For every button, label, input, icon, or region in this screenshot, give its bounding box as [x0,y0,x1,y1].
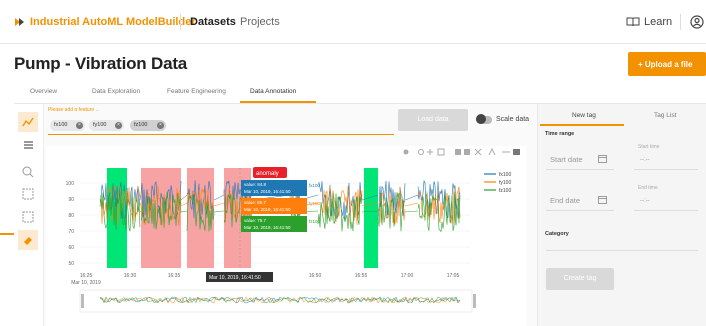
tooltip-fx100-tag: fx100 [309,183,321,188]
x-tick: 16:25 [80,273,93,279]
end-date-underline [546,210,614,211]
x-tick: 17:05 [447,273,460,279]
x-tick-date: Mar 10, 2019 [71,280,101,286]
camera-icon [403,149,409,155]
zoom-out-icon [464,149,470,155]
series-fy100-connector [404,202,419,207]
legend-fz100[interactable]: fz100 [499,188,511,194]
x-tick: 16:35 [168,273,181,279]
start-date-field[interactable]: Start date [550,155,583,164]
zoom-in-icon [455,149,461,155]
range-slider-right-handle[interactable] [473,294,476,308]
x-tick: 16:30 [124,273,137,279]
zoom-icon [418,149,424,155]
tab-tag-list[interactable]: Tag List [654,112,676,119]
series-fz100-connector [139,210,142,213]
tooltip-fy100-tag: fy100 [309,201,321,206]
y-tick-60: 60 [68,245,74,251]
reset-axes-icon [488,147,496,156]
series-fy100-connector [180,202,188,207]
x-tick: 16:50 [309,273,322,279]
tooltip-fz100-time: Mar 10, 2019, 16:41:50 [244,225,291,230]
tooltip-fx100-value: value: 84.8 [244,182,267,187]
tab-new-tag[interactable]: New tag [572,112,596,119]
end-time-field[interactable]: --:-- [640,198,650,204]
tooltip-fx100-time: Mar 10, 2019, 16:41:50 [244,189,291,194]
series-fy100-connector [139,202,142,207]
start-time-underline [634,169,698,170]
series-fz100-connector [213,210,225,213]
x-tick: 17:00 [401,273,414,279]
start-time-field[interactable]: --:-- [640,157,650,163]
tooltip-fz100-value: value: 75.7 [244,218,267,223]
legend-fy100[interactable]: fy100 [499,180,511,186]
end-date-field[interactable]: End date [550,196,580,205]
active-right-tab-indicator [540,124,624,126]
time-range-label: Time range [545,131,575,137]
normal-region[interactable] [107,168,127,268]
tooltip-fy100-value: value: 85.7 [244,200,267,205]
range-slider-left-handle[interactable] [81,294,84,308]
y-tick-100: 100 [66,181,75,187]
compare-hover-icon [513,149,520,155]
series-fy100-trace [417,186,461,226]
create-tag-button[interactable]: Create tag [546,268,614,290]
series-fz100-connector [404,210,419,213]
tooltip-fz100-tag: fz100 [309,219,321,224]
y-tick-50: 50 [68,261,74,267]
category-underline [546,250,698,251]
anomaly-label: anomaly [256,171,279,177]
chart-modebar[interactable] [403,147,521,156]
tooltip-fy100-time: Mar 10, 2019, 16:41:50 [244,207,291,212]
box-select-icon [437,148,445,156]
x-hover-label: Mar 10, 2019, 16:41:50 [209,275,261,281]
end-time-label: End time [638,185,658,191]
y-tick-80: 80 [68,213,74,219]
series-fy100-connector [213,202,225,207]
normal-region[interactable] [364,168,378,268]
y-tick-70: 70 [68,229,74,235]
tag-panel [538,104,706,326]
series-fz100-connector [180,210,188,213]
calendar-icon[interactable] [598,154,607,163]
start-date-underline [546,169,614,170]
end-time-underline [634,210,698,211]
x-tick: 16:55 [355,273,368,279]
y-tick-90: 90 [68,197,74,203]
start-time-label: Start time [638,144,660,150]
chart-legend[interactable]: fx100 fy100 fz100 [484,172,511,194]
category-label: Category [545,231,569,237]
calendar-icon[interactable] [598,195,607,204]
legend-fx100[interactable]: fx100 [499,172,511,178]
